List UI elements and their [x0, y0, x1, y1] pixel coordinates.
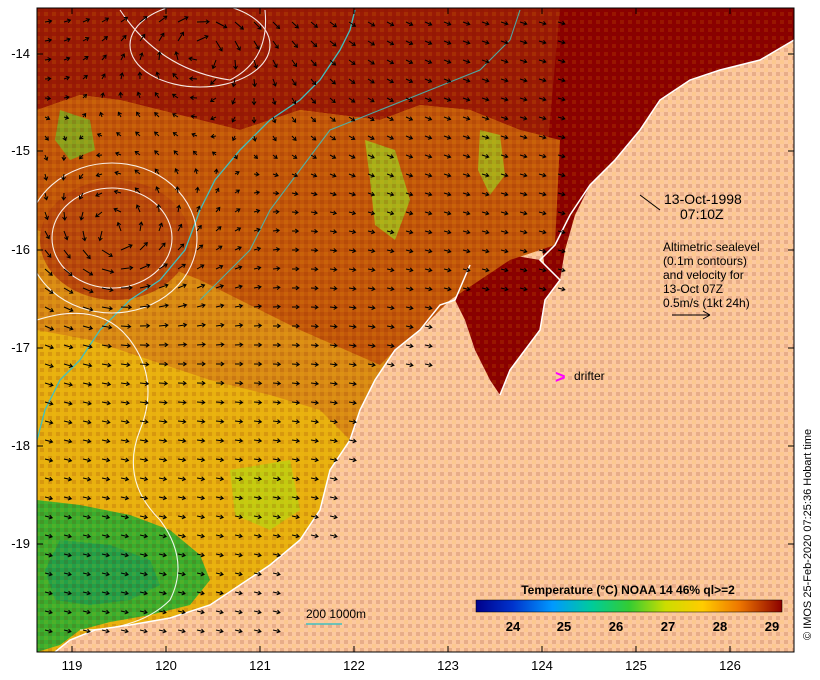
colorbar-tick: 27 [661, 619, 675, 634]
colorbar-tick: 25 [557, 619, 571, 634]
x-tick-label: 123 [437, 658, 459, 673]
x-tick-label: 120 [155, 658, 177, 673]
altimetry-line: 13-Oct 07Z [663, 282, 723, 296]
x-tick-label: 122 [343, 658, 365, 673]
colorbar-tick: 24 [506, 619, 521, 634]
colorbar-tick: 26 [609, 619, 623, 634]
colorbar-tick: 29 [765, 619, 779, 634]
y-tick-label: -17 [11, 340, 30, 355]
x-tick-label: 121 [249, 658, 271, 673]
sst-texture [37, 8, 794, 652]
x-tick-label: 125 [625, 658, 647, 673]
altimetry-line: (0.1m contours) [663, 254, 747, 268]
altimetry-line: Altimetric sealevel [663, 240, 760, 254]
sst-map: -14 -15 -16 -17 -18 -19 119 120 121 122 … [11, 7, 814, 673]
timestamp-time: 07:10Z [680, 206, 724, 222]
y-tick-label: -18 [11, 438, 30, 453]
x-tick-label: 124 [531, 658, 553, 673]
x-tick-label: 119 [62, 658, 83, 673]
y-tick-label: -15 [11, 143, 30, 158]
y-tick-label: -19 [11, 536, 30, 551]
drifter-icon: > [555, 367, 566, 387]
colorbar-tick: 28 [713, 619, 727, 634]
altimetry-line: and velocity for [663, 268, 744, 282]
altimetry-line: 0.5m/s (1kt 24h) [663, 296, 750, 310]
y-tick-label: -16 [11, 242, 30, 257]
depth-legend-label: 200 1000m [306, 607, 366, 621]
y-tick-label: -14 [11, 46, 30, 61]
drifter-label: drifter [574, 369, 605, 383]
credit-text: © IMOS 25-Feb-2020 07:25:36 Hobart time [802, 429, 814, 640]
colorbar [475, 599, 783, 613]
x-tick-label: 126 [719, 658, 741, 673]
timestamp-date: 13-Oct-1998 [664, 191, 742, 207]
colorbar-title: Temperature (°C) NOAA 14 46% ql>=2 [521, 583, 735, 597]
